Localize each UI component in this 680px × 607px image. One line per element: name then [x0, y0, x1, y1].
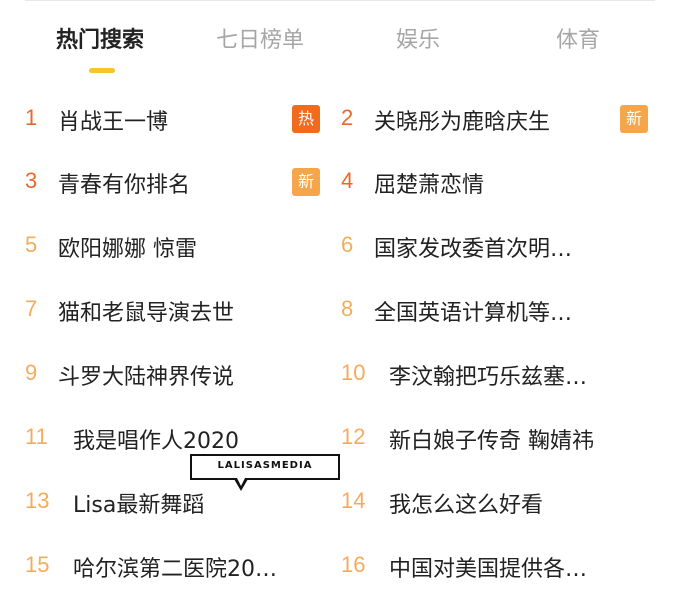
search-title: 李汶翰把巧乐兹塞… — [389, 365, 588, 390]
rank-number: 16 — [341, 552, 366, 577]
rank-number: 4 — [341, 168, 354, 193]
rank-number: 13 — [25, 488, 50, 513]
hot-search-item[interactable]: 10 李汶翰把巧乐兹塞… — [341, 354, 653, 394]
rank-number: 9 — [25, 360, 38, 385]
rank-number: 8 — [341, 296, 354, 321]
hot-badge: 热 — [292, 105, 320, 133]
active-tab-indicator — [89, 68, 115, 73]
rank-number: 10 — [341, 360, 366, 385]
tab-sports[interactable]: 体育 — [556, 22, 600, 54]
search-title: 全国英语计算机等… — [374, 301, 573, 326]
search-title: 斗罗大陆神界传说 — [58, 365, 235, 390]
watermark-tail-inner — [237, 478, 245, 486]
hot-search-item[interactable]: 6 国家发改委首次明… — [341, 226, 653, 266]
search-title: 国家发改委首次明… — [374, 237, 573, 262]
rank-number: 11 — [25, 424, 48, 449]
hot-search-item[interactable]: 3 青春有你排名 新 — [25, 162, 325, 202]
search-title: 关晓彤为鹿晗庆生 — [374, 110, 551, 135]
new-badge: 新 — [620, 105, 648, 133]
hot-search-item[interactable]: 9 斗罗大陆神界传说 — [25, 354, 325, 394]
rank-number: 14 — [341, 488, 366, 513]
search-title: 青春有你排名 — [58, 173, 191, 198]
rank-number: 6 — [341, 232, 354, 257]
tab-hot-search[interactable]: 热门搜索 — [56, 22, 144, 54]
search-title: 中国对美国提供各… — [389, 557, 588, 582]
search-title: 我是唱作人2020 — [73, 429, 239, 454]
hot-search-item[interactable]: 8 全国英语计算机等… — [341, 290, 653, 330]
rank-number: 5 — [25, 232, 38, 257]
search-title: 欧阳娜娜 惊雷 — [58, 237, 197, 262]
hot-search-item[interactable]: 12 新白娘子传奇 鞠婧祎 — [341, 418, 653, 458]
hot-search-item[interactable]: 4 屈楚萧恋情 — [341, 162, 653, 202]
rank-number: 1 — [25, 105, 38, 130]
rank-number: 2 — [341, 105, 354, 130]
tab-seven-day-ranking[interactable]: 七日榜单 — [216, 22, 304, 54]
search-title: 肖战王一博 — [58, 110, 169, 135]
search-title: 我怎么这么好看 — [389, 493, 544, 518]
rank-number: 7 — [25, 296, 38, 321]
category-tabs: 热门搜索 七日榜单 娱乐 体育 — [0, 0, 680, 80]
hot-search-item[interactable]: 15 哈尔滨第二医院20… — [25, 546, 325, 586]
search-title: Lisa最新舞蹈 — [73, 493, 205, 518]
watermark-bubble: LALISASMEDIA — [190, 454, 340, 480]
search-title: 猫和老鼠导演去世 — [58, 301, 235, 326]
rank-number: 3 — [25, 168, 38, 193]
watermark-sticker: LALISASMEDIA — [188, 452, 340, 496]
hot-search-item[interactable]: 1 肖战王一博 热 — [25, 99, 325, 139]
new-badge: 新 — [292, 168, 320, 196]
hot-search-item[interactable]: 14 我怎么这么好看 — [341, 482, 653, 522]
hot-search-item[interactable]: 2 关晓彤为鹿晗庆生 新 — [341, 99, 653, 139]
watermark-text: LALISASMEDIA — [217, 460, 313, 471]
hot-search-item[interactable]: 7 猫和老鼠导演去世 — [25, 290, 325, 330]
hot-search-item[interactable]: 5 欧阳娜娜 惊雷 — [25, 226, 325, 266]
rank-number: 15 — [25, 552, 50, 577]
rank-number: 12 — [341, 424, 366, 449]
tab-entertainment[interactable]: 娱乐 — [396, 22, 440, 54]
hot-search-item[interactable]: 16 中国对美国提供各… — [341, 546, 653, 586]
search-title: 新白娘子传奇 鞠婧祎 — [389, 429, 594, 454]
search-title: 哈尔滨第二医院20… — [73, 557, 277, 582]
search-title: 屈楚萧恋情 — [374, 173, 485, 198]
